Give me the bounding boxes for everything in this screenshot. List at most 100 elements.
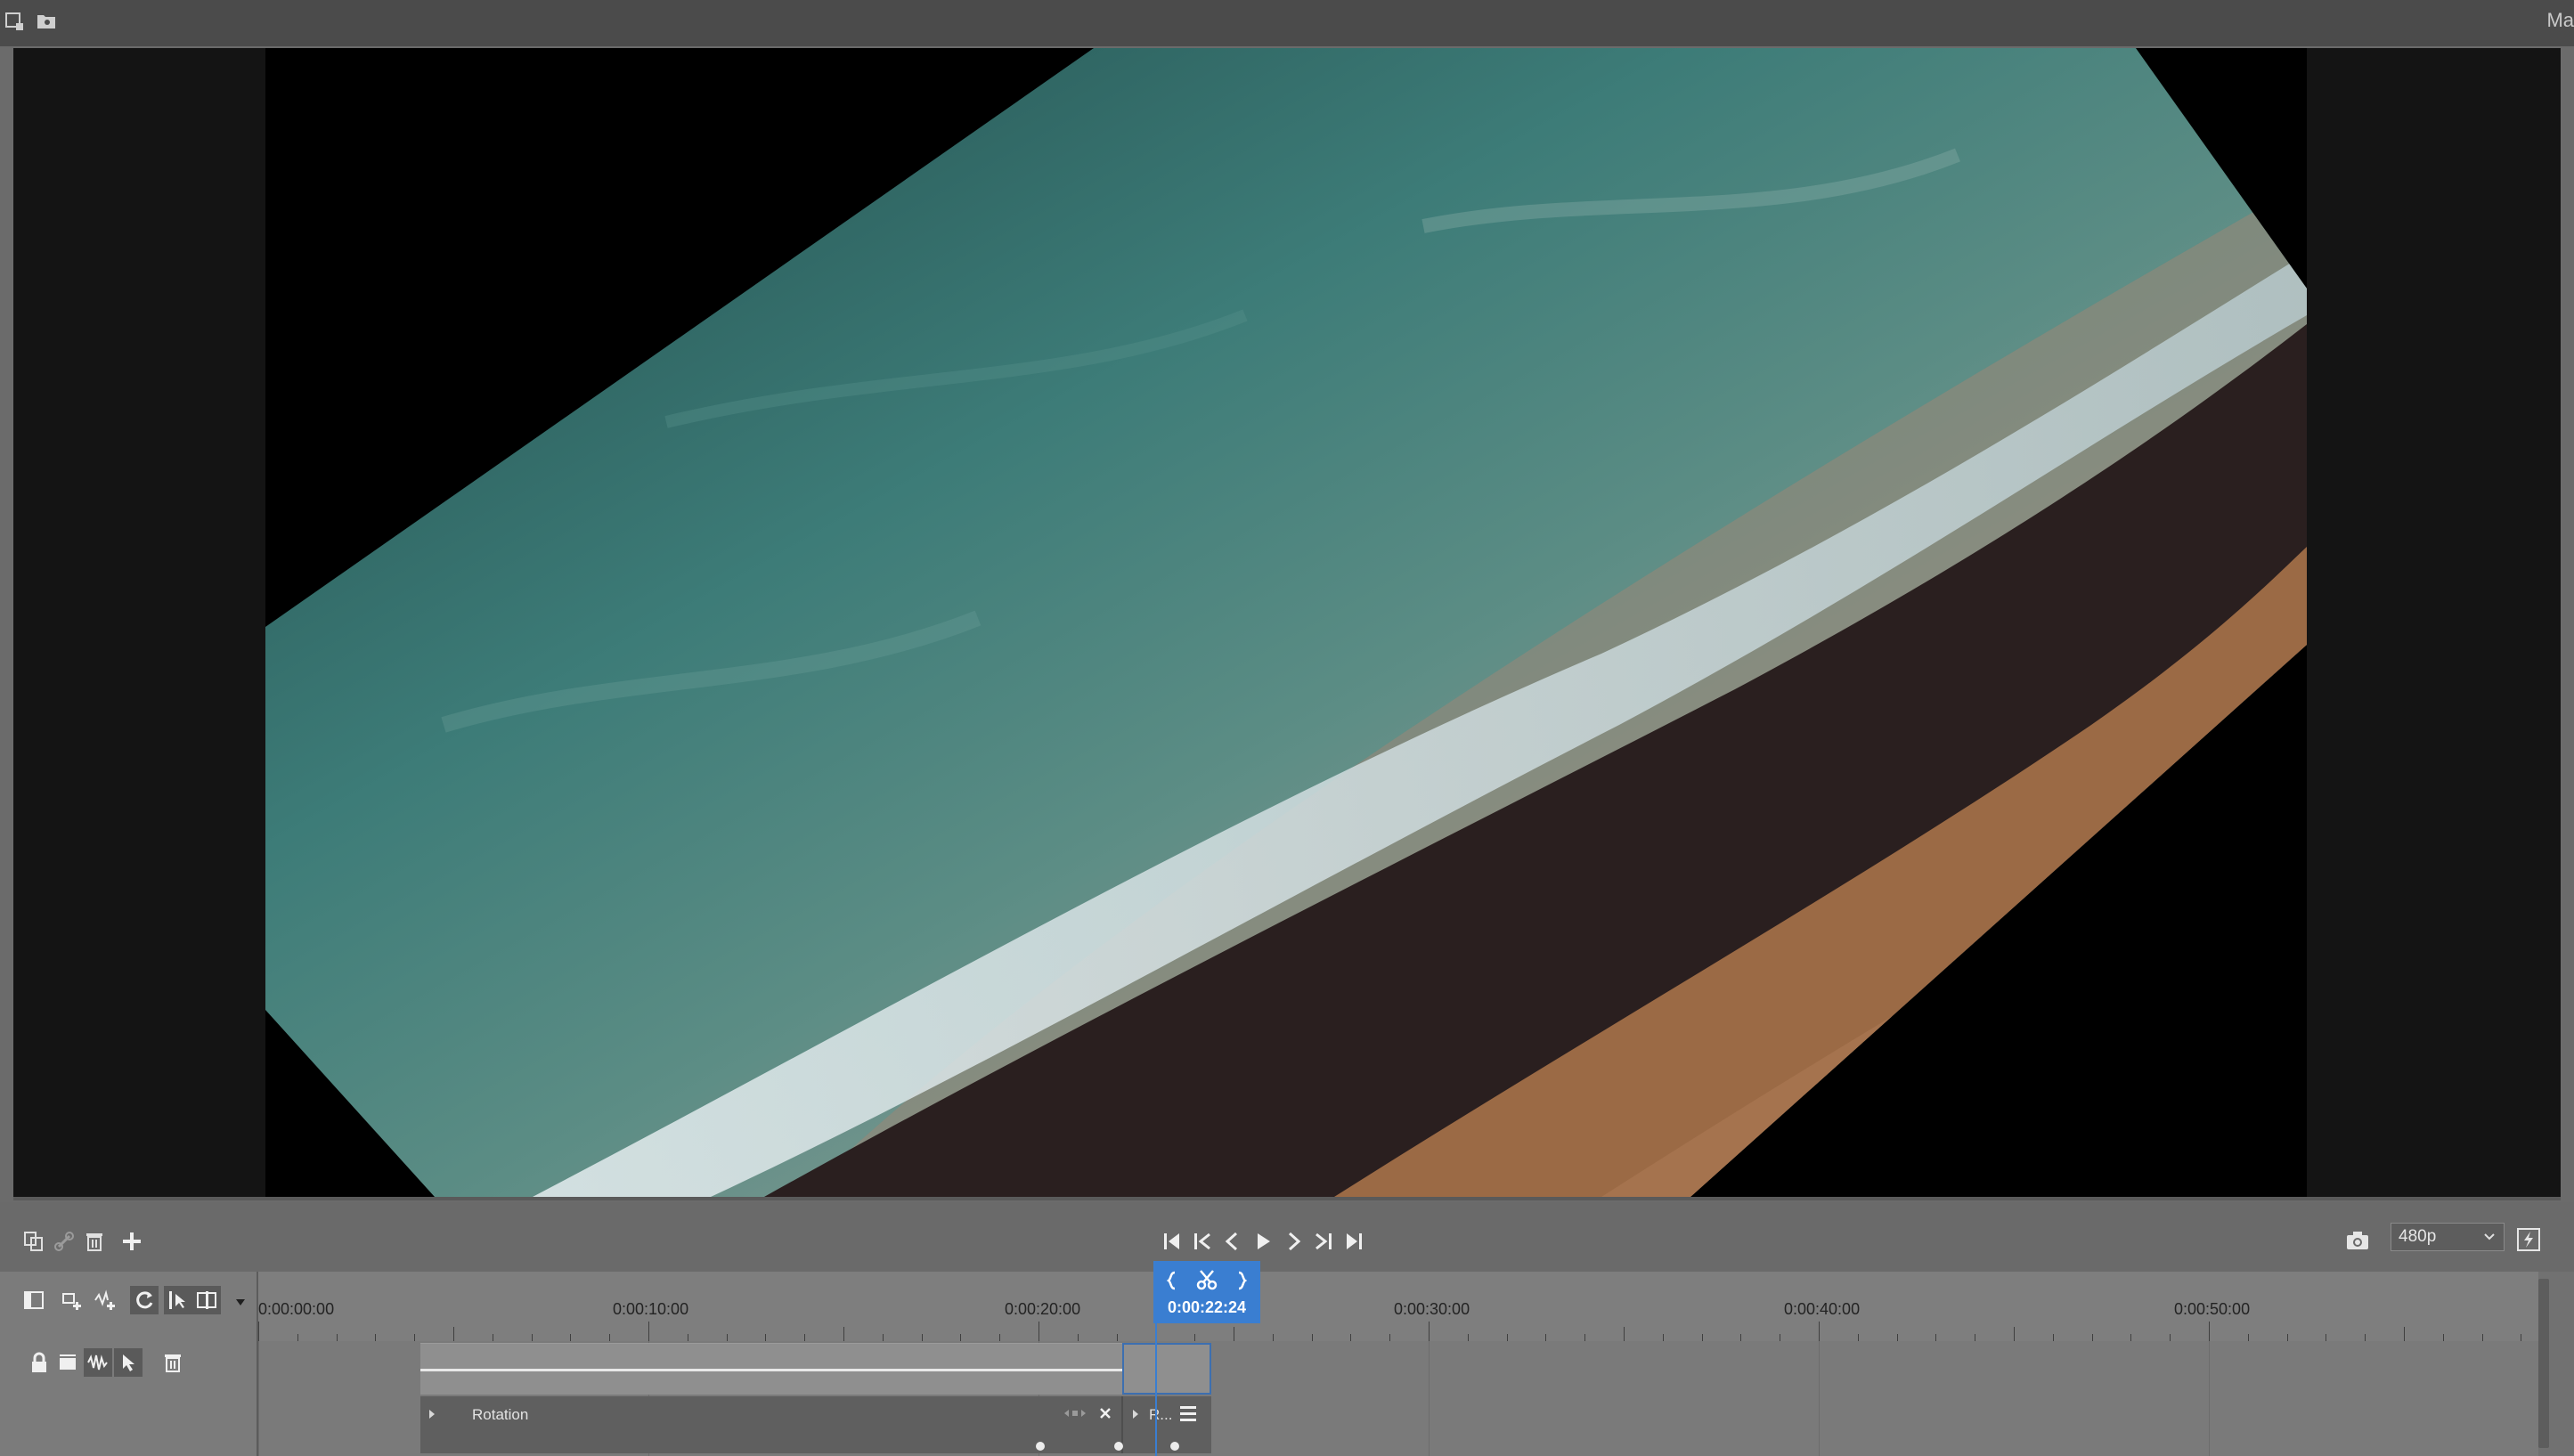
playhead[interactable]: 0:00:22:24 [1153,1261,1260,1323]
keyframe-point[interactable] [1036,1442,1045,1451]
expand-triangle-icon[interactable] [1133,1410,1138,1419]
ruler-tick [843,1327,844,1341]
ruler-tick [1624,1327,1625,1341]
ruler-tick [2209,1322,2210,1341]
trash-icon[interactable] [82,1229,107,1254]
ruler-tick [804,1334,806,1341]
ruler-tick [921,1334,923,1341]
rotated-video-frame [265,48,2307,1197]
mute-track-icon[interactable] [84,1348,112,1377]
lock-track-icon[interactable] [27,1350,52,1375]
ruler-tick [1077,1334,1079,1341]
ruler-tick [648,1322,649,1341]
step-back-icon[interactable] [1220,1229,1245,1254]
scrollbar-thumb[interactable] [2538,1279,2549,1448]
clip-selection-region[interactable] [1122,1343,1211,1395]
ruler-tick [2170,1334,2171,1341]
chevron-down-icon [2482,1230,2497,1249]
keyframe-nav-icon[interactable] [1062,1405,1088,1421]
top-menu-bar: Ma [0,0,2574,46]
ruler-tick [1506,1334,1508,1341]
menu-icon[interactable] [1176,1402,1201,1425]
keyframe-track[interactable]: Rotation R... [420,1396,1211,1453]
toggle-panel-icon[interactable] [21,1288,46,1313]
ruler-tick [2442,1334,2444,1341]
ruler-tick [2481,1334,2483,1341]
split-scissors-icon[interactable] [1193,1266,1221,1293]
ruler-tick [1389,1334,1391,1341]
keyframe-track-label-truncated: R... [1149,1406,1173,1423]
previous-keyframe-icon[interactable] [1190,1229,1215,1254]
performance-icon[interactable] [2514,1225,2543,1254]
ruler-tick [765,1334,767,1341]
ruler-tick [1701,1334,1703,1341]
ruler-tick [297,1334,298,1341]
video-preview-canvas[interactable] [265,48,2307,1197]
grid-line [1429,1341,1430,1456]
playhead-line[interactable] [1155,1323,1157,1456]
ruler-label: 0:00:30:00 [1394,1300,1470,1318]
ruler-tick [1545,1334,1547,1341]
composite-icon[interactable] [114,1348,143,1377]
ruler-tick [1740,1334,1742,1341]
next-keyframe-icon[interactable] [1311,1229,1336,1254]
ruler-tick [1896,1334,1898,1341]
new-project-icon[interactable] [2,9,27,34]
mark-in-icon[interactable] [1162,1268,1182,1293]
ruler-tick [1662,1334,1664,1341]
timeline-scrollbar[interactable] [2538,1272,2574,1456]
ruler-label: 0:00:20:00 [1005,1300,1081,1318]
ruler-tick [999,1334,1001,1341]
playhead-timecode: 0:00:22:24 [1167,1298,1247,1316]
snap-select-icon[interactable] [164,1286,192,1314]
link-icon[interactable] [52,1229,77,1254]
scrub-icon[interactable] [192,1286,221,1314]
delete-track-icon[interactable] [160,1350,185,1375]
ruler-tick [2286,1334,2288,1341]
ruler-tick [1819,1322,1820,1341]
keyframe-point[interactable] [1114,1442,1123,1451]
grid-line [1819,1341,1820,1456]
ripple-icon[interactable] [130,1286,159,1314]
ruler-tick [1350,1334,1352,1341]
timeline-ruler[interactable]: 0:00:00:00 0:00:10:00 0:00:20:00 0:00:30… [258,1272,2538,1341]
ruler-tick [1467,1334,1469,1341]
ruler-label: 0:00:40:00 [1784,1300,1861,1318]
caret-down-icon[interactable] [233,1295,248,1309]
step-forward-icon[interactable] [1281,1229,1306,1254]
expand-triangle-icon[interactable] [429,1410,435,1419]
ruler-tick [2130,1334,2132,1341]
ruler-tick [453,1327,454,1341]
ruler-tick [2365,1334,2366,1341]
open-folder-icon[interactable] [34,9,59,34]
video-clip[interactable] [420,1343,1211,1395]
add-video-track-icon[interactable] [61,1288,86,1313]
add-icon[interactable] [119,1229,144,1254]
close-icon[interactable] [1096,1403,1115,1423]
mark-out-icon[interactable] [1232,1268,1251,1293]
menu-item-truncated[interactable]: Ma [2546,9,2574,32]
skip-to-start-icon[interactable] [1160,1229,1185,1254]
preview-quality-select[interactable]: 480p [2391,1223,2505,1251]
skip-to-end-icon[interactable] [1341,1229,1366,1254]
ruler-tick [336,1334,338,1341]
play-icon[interactable] [1250,1229,1275,1254]
ruler-label: 0:00:00:00 [258,1300,335,1318]
ruler-tick [726,1334,728,1341]
keyframe-point[interactable] [1170,1442,1179,1451]
ruler-tick [1429,1322,1430,1341]
copy-icon[interactable] [21,1229,46,1254]
add-audio-track-icon[interactable] [93,1288,118,1313]
ruler-label: 0:00:10:00 [613,1300,689,1318]
grid-line [2209,1341,2210,1456]
hide-track-icon[interactable] [55,1350,80,1375]
ruler-tick [609,1334,611,1341]
ruler-tick [375,1334,377,1341]
preview-quality-value: 480p [2399,1227,2437,1246]
ruler-tick [258,1322,259,1341]
ruler-tick [960,1334,962,1341]
ruler-label: 0:00:50:00 [2174,1300,2251,1318]
clip-volume-line [420,1369,1122,1371]
snapshot-camera-icon[interactable] [2344,1227,2371,1254]
grid-line [258,1341,259,1456]
